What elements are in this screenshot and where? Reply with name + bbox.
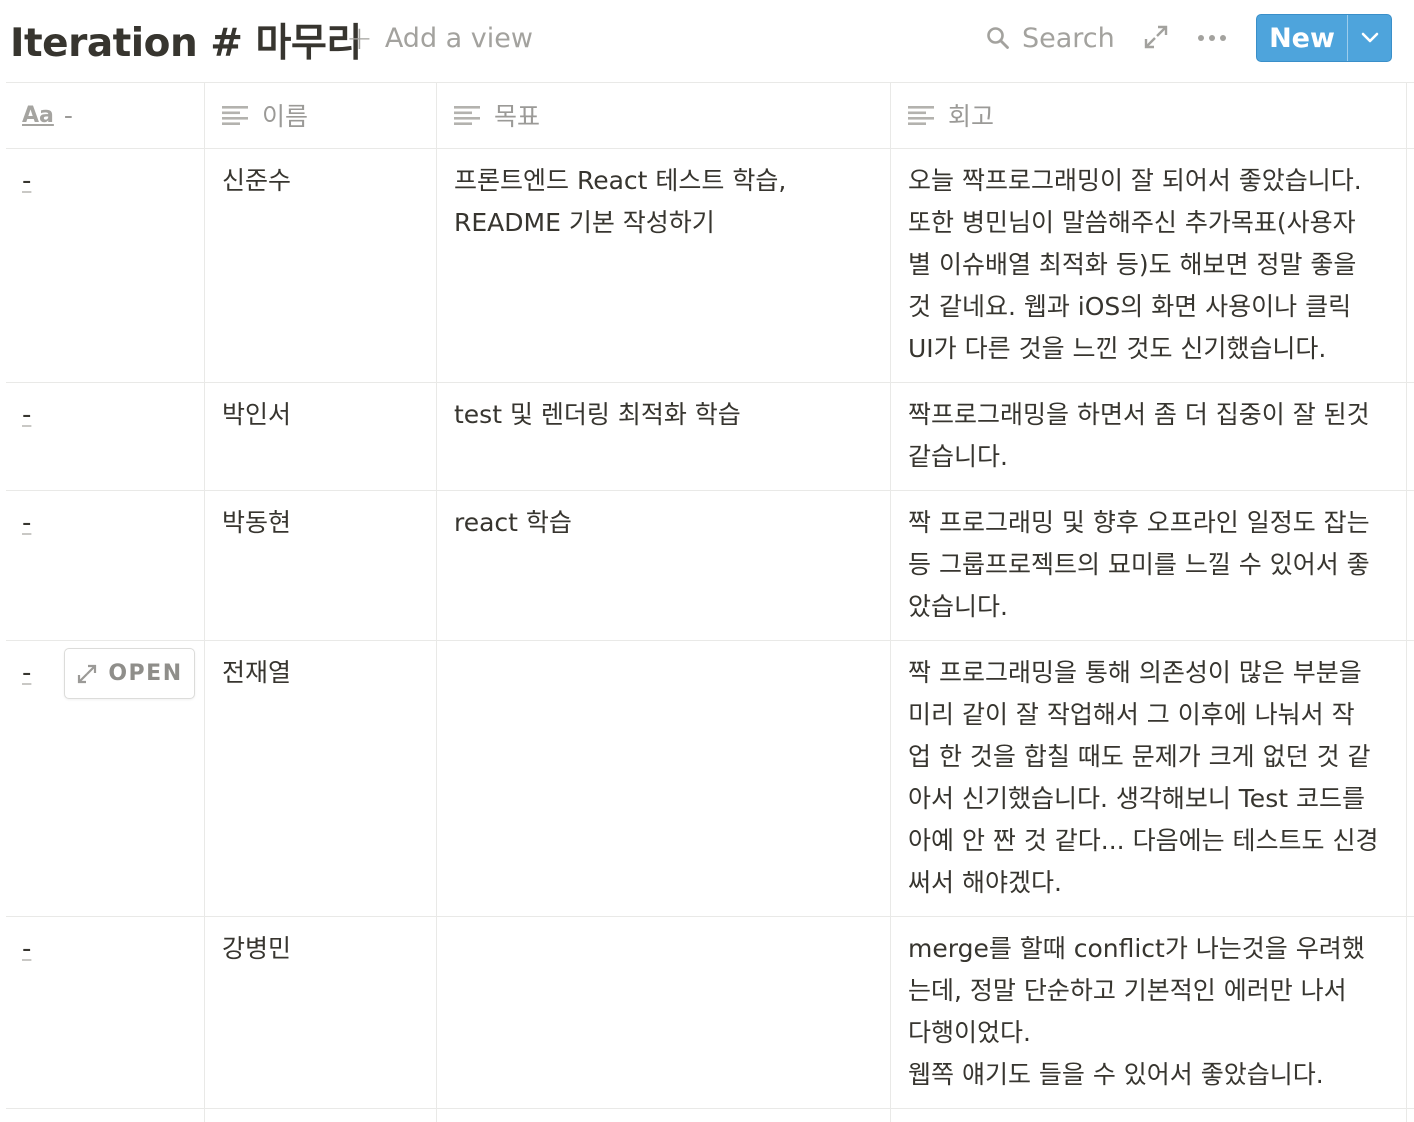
- new-dropdown-button[interactable]: [1347, 15, 1391, 61]
- page-title: Iteration # 마무리: [10, 21, 362, 66]
- row-title-cell[interactable]: -: [22, 928, 31, 970]
- name-cell[interactable]: 박인서: [222, 394, 291, 436]
- row-divider: [6, 1108, 1414, 1109]
- retro-cell[interactable]: 짝 프로그래밍을 통해 의존성이 많은 부분을 미리 같이 잘 작업해서 그 이…: [908, 652, 1402, 904]
- goal-cell[interactable]: 프론트엔드 React 테스트 학습, README 기본 작성하기: [454, 160, 874, 244]
- plus-icon: +: [346, 19, 373, 57]
- text-lines-icon: [222, 106, 248, 125]
- row-title-cell[interactable]: -: [22, 652, 31, 694]
- name-cell[interactable]: 전재열: [222, 652, 291, 694]
- row-divider: [6, 916, 1414, 917]
- goal-cell[interactable]: react 학습: [454, 502, 874, 544]
- column-divider: [204, 82, 205, 1122]
- column-header-label: -: [63, 100, 73, 130]
- row-title-cell[interactable]: -: [22, 502, 31, 544]
- column-header-name[interactable]: 이름: [222, 82, 308, 148]
- retro-cell[interactable]: merge를 할때 conflict가 나는것을 우려했 는데, 정말 단순하고…: [908, 928, 1402, 1096]
- header-row-border: [6, 148, 1414, 149]
- table-top-border: [6, 82, 1414, 83]
- row-title-cell[interactable]: -: [22, 160, 31, 202]
- row-divider: [6, 382, 1414, 383]
- expand-icon[interactable]: [1143, 24, 1169, 50]
- column-header-title[interactable]: Aa -: [22, 82, 73, 148]
- column-header-label: 회고: [948, 102, 995, 131]
- add-view-label: Add a view: [384, 22, 533, 54]
- text-lines-icon: [454, 106, 480, 125]
- column-header-label: 이름: [262, 102, 309, 131]
- open-label: OPEN: [108, 661, 183, 686]
- more-options-icon[interactable]: [1196, 26, 1228, 50]
- row-divider: [6, 640, 1414, 641]
- search-label: Search: [1022, 22, 1115, 54]
- column-header-retro[interactable]: 회고: [908, 82, 994, 148]
- search-icon: [987, 27, 1009, 49]
- database-header: Iteration # 마무리 + Add a view Search New: [0, 0, 1414, 82]
- name-cell[interactable]: 박동현: [222, 502, 291, 544]
- column-divider: [890, 82, 891, 1122]
- open-page-button[interactable]: OPEN: [64, 648, 195, 699]
- retro-cell[interactable]: 오늘 짝프로그래밍이 잘 되어서 좋았습니다. 또한 병민님이 말씀해주신 추가…: [908, 160, 1402, 370]
- column-divider: [436, 82, 437, 1122]
- open-arrow-icon: [78, 664, 97, 683]
- chevron-down-icon: [1361, 32, 1378, 43]
- add-view-button[interactable]: + Add a view: [346, 18, 533, 58]
- new-button[interactable]: New: [1257, 15, 1347, 61]
- row-divider: [6, 490, 1414, 491]
- column-divider: [1406, 82, 1407, 1122]
- column-header-label: 목표: [494, 102, 541, 131]
- text-lines-icon: [908, 106, 934, 125]
- name-cell[interactable]: 신준수: [222, 160, 291, 202]
- search-button[interactable]: Search: [986, 18, 1115, 58]
- goal-cell[interactable]: test 및 렌더링 최적화 학습: [454, 394, 874, 436]
- column-header-goal[interactable]: 목표: [454, 82, 540, 148]
- title-aa-icon: Aa: [22, 102, 54, 128]
- retro-cell[interactable]: 짝 프로그래밍 및 향후 오프라인 일정도 잡는 등 그룹프로젝트의 묘미를 느…: [908, 502, 1402, 628]
- name-cell[interactable]: 강병민: [222, 928, 291, 970]
- row-title-cell[interactable]: -: [22, 394, 31, 436]
- new-button-group: New: [1256, 14, 1392, 62]
- retro-cell[interactable]: 짝프로그래밍을 하면서 좀 더 집중이 잘 된것 같습니다.: [908, 394, 1402, 478]
